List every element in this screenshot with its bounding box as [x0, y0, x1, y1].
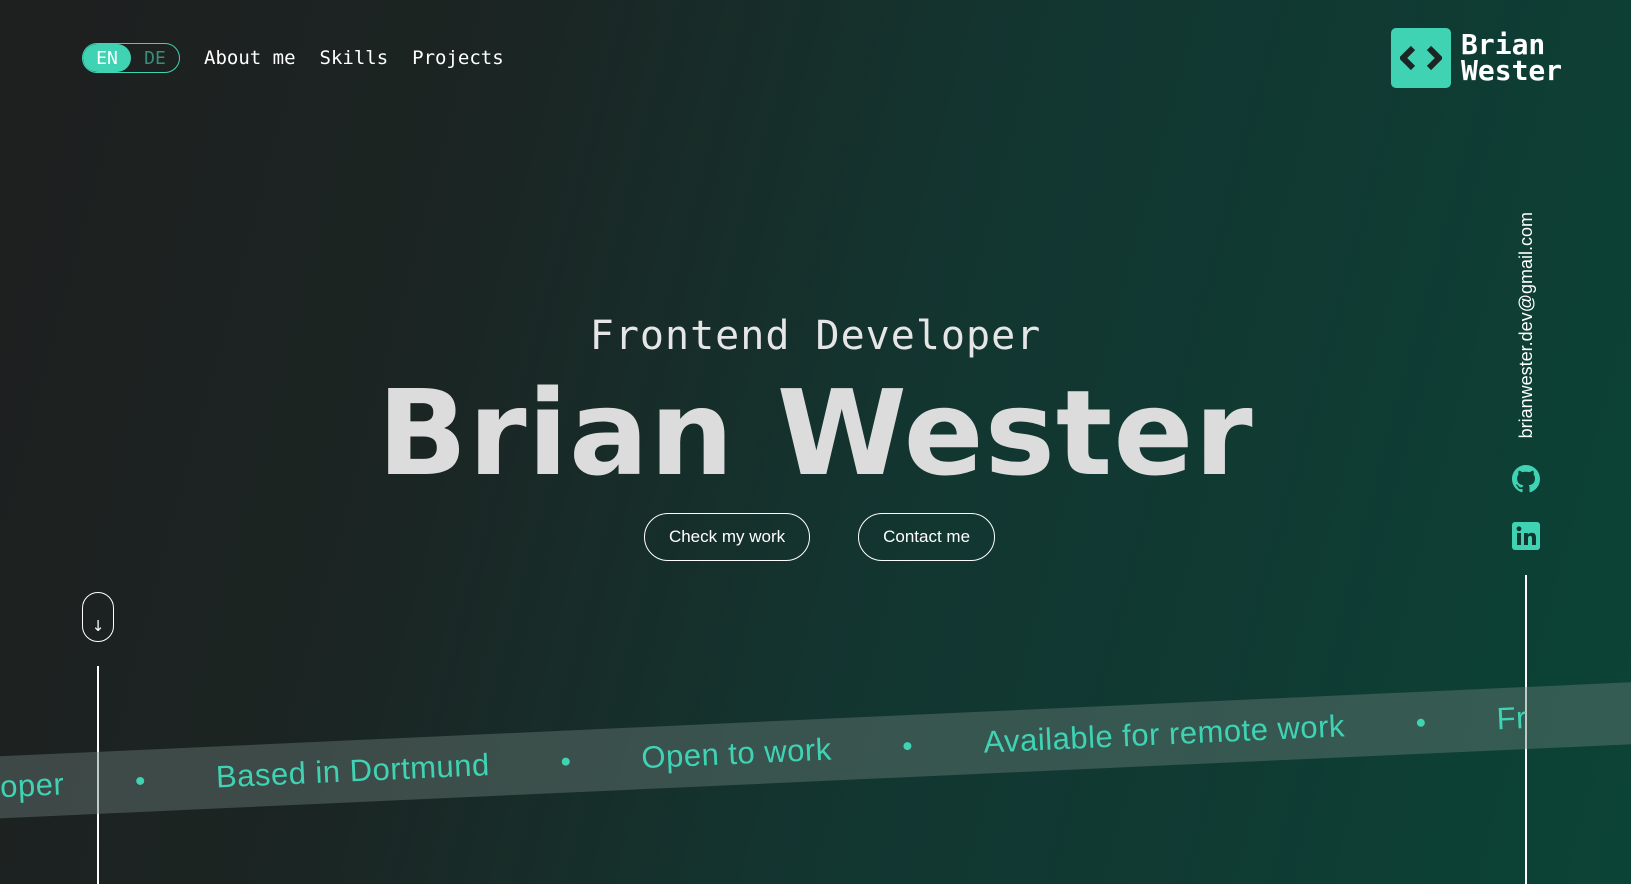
marquee-separator: [903, 741, 912, 751]
nav-projects[interactable]: Projects: [412, 47, 504, 69]
check-my-work-button[interactable]: Check my work: [643, 513, 811, 561]
nav-skills[interactable]: Skills: [320, 47, 389, 69]
hero-subtitle: Frontend Developer: [589, 313, 1042, 359]
marquee-item: Open to work: [640, 731, 833, 776]
marquee-item: Available for remote work: [982, 708, 1346, 760]
lang-en-option[interactable]: EN: [83, 44, 131, 72]
logo-line-2: Wester: [1461, 54, 1563, 87]
marquee-band: eveloper Based in Dortmund Open to work …: [0, 679, 1631, 821]
marquee-separator: [561, 757, 570, 766]
scroll-down-button[interactable]: ↓: [82, 592, 114, 642]
nav-about-me[interactable]: About me: [204, 47, 296, 69]
code-brackets-icon: [1391, 28, 1451, 88]
email-container: brianwester.dev@gmail.com: [1514, 212, 1538, 446]
linkedin-icon[interactable]: [1512, 522, 1540, 550]
email-link[interactable]: brianwester.dev@gmail.com: [1516, 212, 1537, 446]
marquee-separator: [1416, 718, 1425, 727]
marquee-item: eveloper: [0, 766, 65, 807]
brand-logo[interactable]: Brian Wester: [1391, 28, 1562, 88]
hero-actions: Check my work Contact me: [0, 513, 1631, 561]
marquee-item: Based in Dortmund: [215, 747, 491, 795]
main-nav: About me Skills Projects: [204, 43, 504, 73]
marquee-item: Fr: [1495, 699, 1528, 737]
logo-text: Brian Wester: [1461, 31, 1563, 87]
marquee-separator: [135, 776, 145, 786]
contact-me-button[interactable]: Contact me: [858, 513, 996, 561]
lang-de-option[interactable]: DE: [131, 44, 179, 72]
language-toggle[interactable]: EN DE: [82, 43, 180, 73]
arrow-down-icon: ↓: [91, 617, 105, 635]
hero-title: Brian Wester: [377, 364, 1254, 502]
github-icon[interactable]: [1512, 465, 1540, 493]
